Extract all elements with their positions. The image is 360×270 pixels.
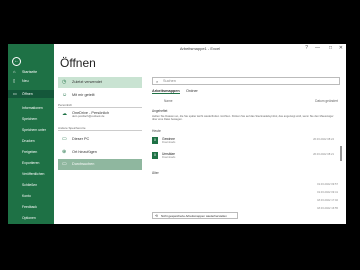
file-date[interactable]: 18.03.2022 17:02 [317,199,338,202]
file-date: 26.03.2022 08:21 [313,153,334,156]
scrollbar[interactable] [340,146,342,161]
sidebar-item-home[interactable]: ⌂ Startseite [8,68,54,76]
sidebar-item-export[interactable]: Exportieren [8,160,54,167]
location-this-pc[interactable]: ▭ Dieser PC [58,134,142,145]
sidebar-item-close[interactable]: Schließen [8,182,54,189]
sidebar-item-publish[interactable]: Veröffentlichen [8,171,54,178]
title-bar: Arbeitsmappe1 - Excel ? — □ ✕ [54,44,346,54]
search-input[interactable]: ⌕ Suchen [152,77,340,85]
sidebar-item-account[interactable]: Konto [8,193,54,200]
excel-file-icon: X [152,152,158,159]
help-icon[interactable]: ? [305,45,308,51]
recover-label: Nicht gespeicherte Arbeitsmappen wiederh… [161,214,227,218]
new-icon: ▯ [13,78,16,83]
location-label: Durchsuchen [72,162,95,166]
pinned-heading: Angeheftet [152,109,168,113]
group-today: Heute [152,129,161,133]
sidebar-item-info[interactable]: Informationen [8,105,54,112]
open-folder-icon: ▭ [13,91,17,96]
location-label: Dieser PC [72,137,90,141]
file-path: Downloads [162,141,176,144]
sidebar-item-options[interactable]: Optionen [8,215,54,222]
search-placeholder: Suchen [163,79,176,83]
page-title: Öffnen [60,56,96,70]
shared-user-icon: ☺ [62,92,68,98]
location-label: Zuletzt verwendet [72,80,102,84]
close-icon[interactable]: ✕ [339,45,343,51]
recover-unsaved-button[interactable]: ⟲ Nicht gespeicherte Arbeitsmappen wieder… [152,212,238,219]
location-label: Ort hinzufügen [72,150,97,154]
sidebar-item-open[interactable]: ▭ Öffnen [8,90,54,98]
globe-icon: ⊕ [62,149,67,155]
back-arrow-icon[interactable]: ← [12,57,21,66]
recover-icon: ⟲ [155,214,158,218]
file-date[interactable]: 18.03.2022 16:55 [317,207,338,210]
pinned-notice: Heften Sie Dateien an, die Sie später le… [152,115,334,122]
sidebar-item-label: Neu [22,79,29,83]
window-title: Arbeitsmappe1 - Excel [179,46,221,51]
folder-icon: ▭ [62,161,67,167]
sidebar-item-save-as[interactable]: Speichern unter [8,127,54,134]
home-icon: ⌂ [13,69,16,74]
file-date[interactable]: 19.03.2022 09:57 [317,183,338,186]
backstage-sidebar: ← ⌂ Startseite ▯ Neu ▭ Öffnen Informationen… [8,44,54,224]
tab-workbooks[interactable]: Arbeitsmappen [152,89,180,94]
sidebar-item-print[interactable]: Drucken [8,138,54,145]
tab-folders[interactable]: Ordner [186,89,198,93]
computer-icon: ▭ [62,136,67,142]
minimize-icon[interactable]: — [315,45,320,51]
sidebar-item-share[interactable]: Freigeben [8,149,54,156]
file-row[interactable]: X Gewinne Downloads 26.03.2022 08:24 [152,135,338,147]
file-row[interactable]: X Umsätze Downloads 26.03.2022 08:21 [152,150,338,162]
sidebar-item-save[interactable]: Speichern [8,116,54,123]
location-label: Mit mir geteilt [72,93,95,97]
cloud-icon: ☁ [62,111,67,117]
location-recent[interactable]: ◷ Zuletzt verwendet [58,77,142,88]
location-add[interactable]: ⊕ Ort hinzufügen [58,147,142,158]
sidebar-item-label: Öffnen [22,92,33,96]
file-date: 26.03.2022 08:24 [313,138,334,141]
group-older: Älter [152,171,159,175]
maximize-icon[interactable]: □ [329,45,332,51]
location-browse[interactable]: ▭ Durchsuchen [58,159,142,170]
column-name[interactable]: Name [164,99,173,103]
location-onedrive[interactable]: ☁ OneDrive - Persönlich dein.postfach@outl… [58,109,142,123]
sidebar-item-label: Startseite [22,70,38,74]
divider [58,107,142,108]
location-shared[interactable]: ☺ Mit mir geteilt [58,90,142,101]
column-date[interactable]: Datum geändert [315,99,338,103]
location-account: dein.postfach@outlook.de [72,114,105,118]
divider [58,130,142,131]
file-date[interactable]: 19.03.2022 09:41 [317,191,338,194]
excel-file-icon: X [152,137,158,144]
excel-window: ← ⌂ Startseite ▯ Neu ▭ Öffnen Informationen… [8,44,346,224]
clock-icon: ◷ [62,79,67,85]
sidebar-item-feedback[interactable]: Feedback [8,204,54,211]
file-path: Downloads [162,156,176,159]
sidebar-item-new[interactable]: ▯ Neu [8,77,54,85]
search-icon: ⌕ [156,79,159,84]
